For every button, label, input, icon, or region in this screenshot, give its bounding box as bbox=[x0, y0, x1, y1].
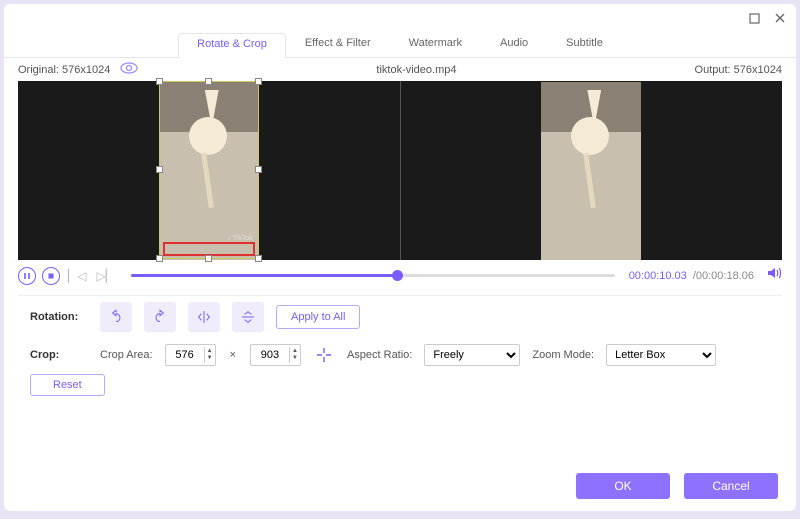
close-icon[interactable] bbox=[774, 12, 786, 24]
timeline-slider[interactable] bbox=[131, 274, 615, 277]
rotation-label: Rotation: bbox=[30, 311, 88, 323]
source-pane[interactable]: ♪ TikTok bbox=[18, 81, 400, 260]
tab-watermark[interactable]: Watermark bbox=[390, 32, 481, 57]
crop-handle[interactable] bbox=[205, 255, 212, 262]
crop-handle[interactable] bbox=[156, 78, 163, 85]
tab-subtitle[interactable]: Subtitle bbox=[547, 32, 622, 57]
next-frame-button[interactable]: ▷▏ bbox=[94, 269, 116, 283]
cancel-button[interactable]: Cancel bbox=[684, 473, 778, 499]
rotation-row: Rotation: Apply to All bbox=[4, 296, 796, 338]
crop-handle[interactable] bbox=[255, 255, 262, 262]
maximize-icon[interactable] bbox=[749, 13, 760, 24]
aspect-ratio-label: Aspect Ratio: bbox=[347, 349, 412, 361]
rotate-left-button[interactable] bbox=[100, 302, 132, 332]
by-symbol: × bbox=[228, 349, 238, 361]
output-thumbnail bbox=[541, 82, 641, 260]
crop-handle[interactable] bbox=[255, 166, 262, 173]
volume-icon[interactable] bbox=[766, 266, 782, 285]
crop-height-input[interactable]: ▲▼ bbox=[250, 344, 301, 366]
prev-frame-button[interactable]: ▏◁ bbox=[66, 269, 88, 283]
info-row: Original: 576x1024 tiktok-video.mp4 Outp… bbox=[4, 58, 796, 81]
crop-handle[interactable] bbox=[156, 166, 163, 173]
playback-controls: ▏◁ ▷▏ 00:00:10.03/00:00:18.06 bbox=[4, 260, 796, 295]
footer-buttons: OK Cancel bbox=[576, 473, 778, 499]
crop-label: Crop: bbox=[30, 349, 88, 361]
stop-button[interactable] bbox=[42, 267, 60, 285]
reset-row: Reset bbox=[4, 372, 796, 402]
crop-handle[interactable] bbox=[205, 78, 212, 85]
filename-label: tiktok-video.mp4 bbox=[376, 64, 456, 76]
total-time: /00:00:18.06 bbox=[693, 270, 754, 282]
output-pane bbox=[401, 81, 783, 260]
output-size-label: Output: 576x1024 bbox=[695, 64, 782, 76]
tab-effect-filter[interactable]: Effect & Filter bbox=[286, 32, 390, 57]
eye-icon[interactable] bbox=[120, 62, 138, 77]
center-crop-button[interactable] bbox=[313, 344, 335, 366]
ok-button[interactable]: OK bbox=[576, 473, 670, 499]
aspect-ratio-select[interactable]: Freely bbox=[424, 344, 520, 366]
apply-to-all-button[interactable]: Apply to All bbox=[276, 305, 360, 329]
flip-horizontal-button[interactable] bbox=[188, 302, 220, 332]
crop-handle[interactable] bbox=[255, 78, 262, 85]
zoom-mode-label: Zoom Mode: bbox=[532, 349, 594, 361]
crop-area-label: Crop Area: bbox=[100, 349, 153, 361]
crop-row: Crop: Crop Area: ▲▼ × ▲▼ Aspect Ratio: F… bbox=[4, 338, 796, 372]
tab-rotate-crop[interactable]: Rotate & Crop bbox=[178, 33, 286, 58]
zoom-mode-select[interactable]: Letter Box bbox=[606, 344, 716, 366]
flip-vertical-button[interactable] bbox=[232, 302, 264, 332]
reset-button[interactable]: Reset bbox=[30, 374, 105, 396]
crop-width-input[interactable]: ▲▼ bbox=[165, 344, 216, 366]
original-size-label: Original: 576x1024 bbox=[18, 64, 110, 76]
preview-area: ♪ TikTok bbox=[18, 81, 782, 260]
timeline-progress bbox=[131, 274, 397, 277]
timeline-knob[interactable] bbox=[392, 270, 403, 281]
current-time: 00:00:10.03 bbox=[629, 270, 687, 282]
pause-button[interactable] bbox=[18, 267, 36, 285]
crop-handle[interactable] bbox=[156, 255, 163, 262]
tab-bar: Rotate & Crop Effect & Filter Watermark … bbox=[4, 32, 796, 58]
title-bar bbox=[4, 4, 796, 32]
crop-selection[interactable] bbox=[159, 81, 259, 259]
rotate-right-button[interactable] bbox=[144, 302, 176, 332]
tab-audio[interactable]: Audio bbox=[481, 32, 547, 57]
editor-window: Rotate & Crop Effect & Filter Watermark … bbox=[4, 4, 796, 511]
